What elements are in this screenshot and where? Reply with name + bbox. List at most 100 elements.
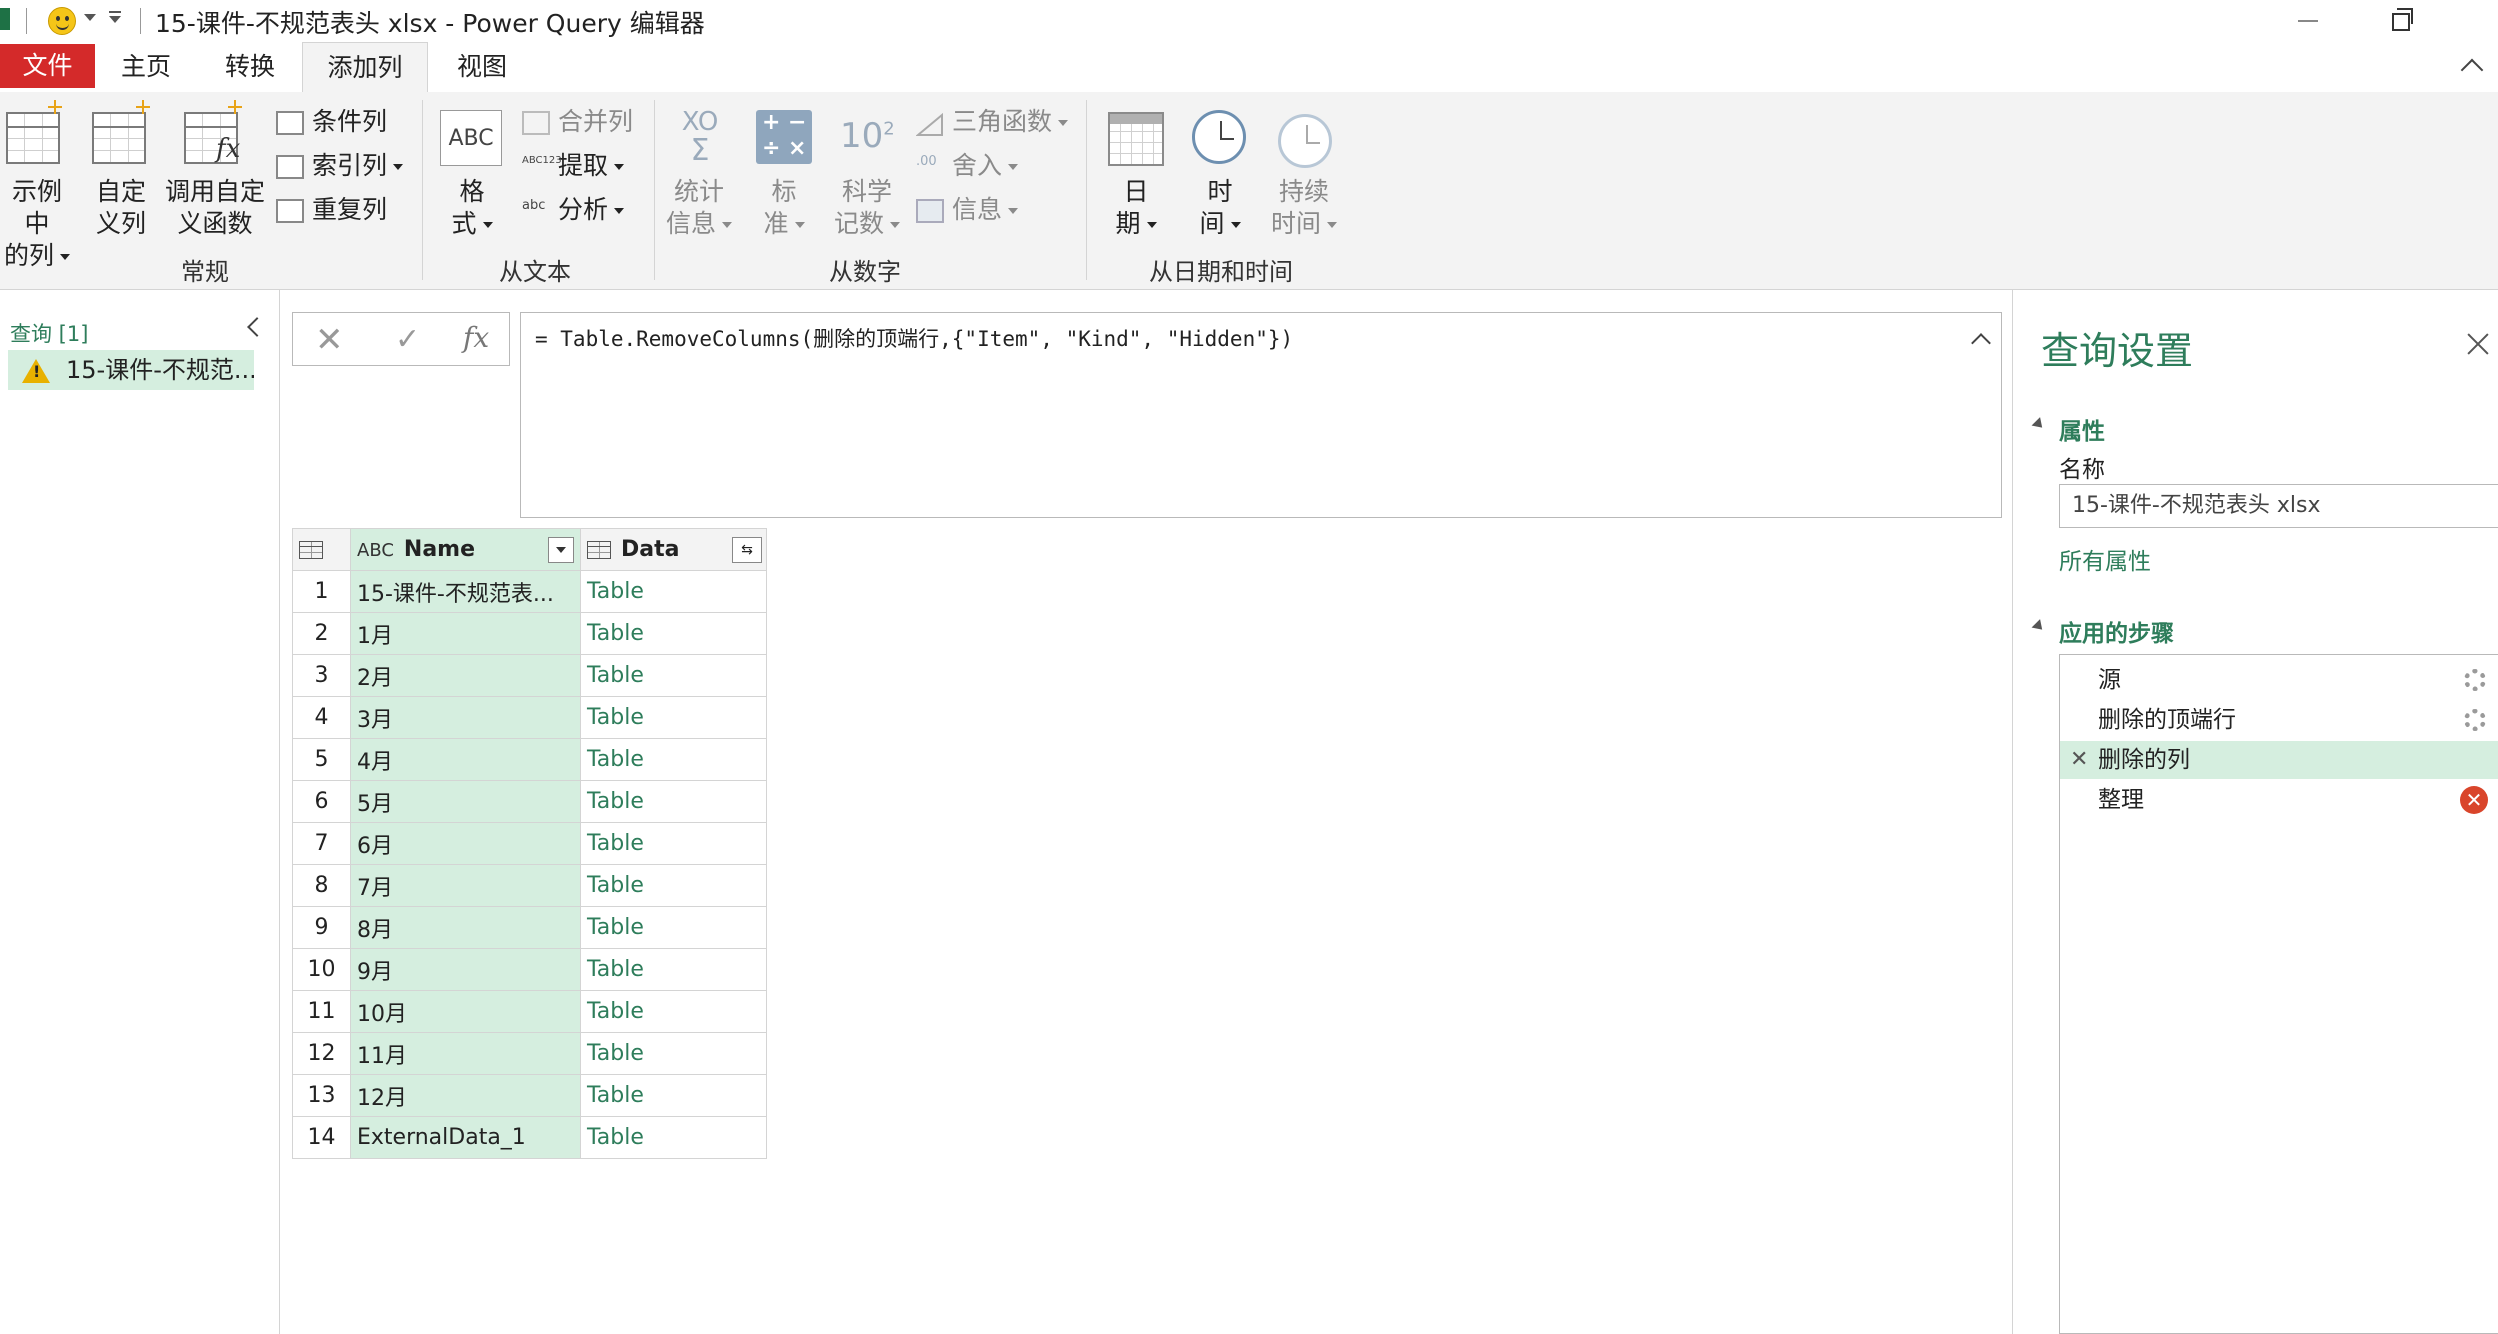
table-row[interactable]: 10 9月 Table bbox=[292, 948, 767, 991]
row-number[interactable]: 8 bbox=[292, 864, 351, 907]
applied-step[interactable]: 整理 ✕ bbox=[2060, 781, 2498, 819]
statistics-button[interactable]: 统计 信息 bbox=[664, 176, 734, 240]
row-number[interactable]: 4 bbox=[292, 696, 351, 739]
rounding-button[interactable]: .00 舍入 bbox=[916, 148, 1019, 184]
text-type-icon[interactable]: ABC bbox=[357, 540, 394, 561]
commit-formula-icon[interactable]: ✓ bbox=[395, 323, 420, 357]
information-button[interactable]: 信息 bbox=[916, 192, 1019, 228]
table-row[interactable]: 13 12月 Table bbox=[292, 1074, 767, 1117]
name-cell[interactable]: 3月 bbox=[350, 696, 581, 739]
scientific-button[interactable]: 科学 记数 bbox=[828, 176, 906, 240]
name-cell[interactable]: 9月 bbox=[350, 948, 581, 991]
data-cell[interactable]: Table bbox=[580, 1074, 767, 1117]
row-number[interactable]: 5 bbox=[292, 738, 351, 781]
formula-input[interactable]: = Table.RemoveColumns(删除的顶端行,{"Item", "K… bbox=[520, 312, 2002, 518]
collapse-queries-icon[interactable] bbox=[247, 317, 267, 337]
data-cell[interactable]: Table bbox=[580, 738, 767, 781]
data-cell[interactable]: Table bbox=[580, 906, 767, 949]
table-row[interactable]: 4 3月 Table bbox=[292, 696, 767, 739]
table-row[interactable]: 7 6月 Table bbox=[292, 822, 767, 865]
format-button[interactable]: 格 式 bbox=[440, 176, 504, 240]
row-number[interactable]: 13 bbox=[292, 1074, 351, 1117]
tab-home[interactable]: 主页 bbox=[104, 42, 188, 92]
row-number[interactable]: 10 bbox=[292, 948, 351, 991]
data-cell[interactable]: Table bbox=[580, 696, 767, 739]
name-cell[interactable]: 4月 bbox=[350, 738, 581, 781]
merge-columns-button[interactable]: 合并列 bbox=[522, 104, 633, 140]
date-button[interactable]: 日 期 bbox=[1104, 176, 1168, 240]
name-cell[interactable]: 11月 bbox=[350, 1032, 581, 1075]
quick-access-customize-icon[interactable] bbox=[108, 11, 122, 27]
row-number[interactable]: 14 bbox=[292, 1116, 351, 1159]
collapse-properties-icon[interactable] bbox=[2031, 417, 2047, 432]
applied-step[interactable]: 源 bbox=[2060, 661, 2498, 699]
tab-view[interactable]: 视图 bbox=[440, 42, 524, 92]
row-number[interactable]: 11 bbox=[292, 990, 351, 1033]
table-row[interactable]: 1 15-课件-不规范表... Table bbox=[292, 570, 767, 613]
table-row[interactable]: 12 11月 Table bbox=[292, 1032, 767, 1075]
invoke-custom-function-button[interactable]: 调用自定 义函数 bbox=[164, 176, 266, 240]
tab-file[interactable]: 文件 bbox=[0, 44, 95, 88]
table-row[interactable]: 2 1月 Table bbox=[292, 612, 767, 655]
name-cell[interactable]: 6月 bbox=[350, 822, 581, 865]
name-cell[interactable]: 1月 bbox=[350, 612, 581, 655]
name-cell[interactable]: 5月 bbox=[350, 780, 581, 823]
column-header-data[interactable]: Data ⇆ bbox=[580, 528, 767, 571]
data-cell[interactable]: Table bbox=[580, 654, 767, 697]
table-menu-button[interactable] bbox=[292, 528, 351, 571]
trigonometry-button[interactable]: 三角函数 bbox=[915, 104, 1069, 140]
query-name-input[interactable]: 15-课件-不规范表头 xlsx bbox=[2059, 484, 2498, 528]
expand-column-icon[interactable]: ⇆ bbox=[732, 537, 762, 563]
row-number[interactable]: 12 bbox=[292, 1032, 351, 1075]
all-properties-link[interactable]: 所有属性 bbox=[2059, 542, 2151, 576]
close-icon[interactable] bbox=[2465, 330, 2491, 356]
column-header-name[interactable]: ABC Name bbox=[350, 528, 581, 571]
name-cell[interactable]: 8月 bbox=[350, 906, 581, 949]
collapse-steps-icon[interactable] bbox=[2031, 619, 2047, 634]
cancel-formula-icon[interactable]: ✕ bbox=[315, 323, 344, 357]
table-type-icon[interactable] bbox=[587, 541, 611, 559]
applied-step[interactable]: 删除的顶端行 bbox=[2060, 701, 2498, 739]
index-column-button[interactable]: 索引列 bbox=[276, 148, 404, 184]
duration-button[interactable]: 持续 时间 bbox=[1264, 176, 1344, 240]
data-cell[interactable]: Table bbox=[580, 1032, 767, 1075]
time-button[interactable]: 时 间 bbox=[1188, 176, 1252, 240]
fx-icon[interactable]: fx bbox=[463, 321, 489, 354]
tab-transform[interactable]: 转换 bbox=[208, 42, 292, 92]
data-cell[interactable]: Table bbox=[580, 780, 767, 823]
applied-step[interactable]: ✕ 删除的列 bbox=[2060, 741, 2498, 779]
data-cell[interactable]: Table bbox=[580, 612, 767, 655]
feedback-dropdown-icon[interactable] bbox=[84, 14, 96, 21]
query-item[interactable]: 15-课件-不规范... bbox=[8, 350, 254, 390]
table-row[interactable]: 11 10月 Table bbox=[292, 990, 767, 1033]
duplicate-column-button[interactable]: 重复列 bbox=[276, 192, 387, 228]
name-cell[interactable]: 15-课件-不规范表... bbox=[350, 570, 581, 613]
restore-button[interactable] bbox=[2392, 8, 2413, 31]
row-number[interactable]: 6 bbox=[292, 780, 351, 823]
row-number[interactable]: 2 bbox=[292, 612, 351, 655]
table-row[interactable]: 3 2月 Table bbox=[292, 654, 767, 697]
gear-icon[interactable] bbox=[2464, 709, 2486, 731]
row-number[interactable]: 3 bbox=[292, 654, 351, 697]
table-row[interactable]: 9 8月 Table bbox=[292, 906, 767, 949]
tab-add-column[interactable]: 添加列 bbox=[302, 42, 428, 93]
table-row[interactable]: 14 ExternalData_1 Table bbox=[292, 1116, 767, 1159]
table-row[interactable]: 8 7月 Table bbox=[292, 864, 767, 907]
parse-button[interactable]: abc 分析 bbox=[522, 192, 625, 228]
data-cell[interactable]: Table bbox=[580, 1116, 767, 1159]
conditional-column-button[interactable]: 条件列 bbox=[276, 104, 387, 140]
extract-button[interactable]: ABC123提取 bbox=[522, 148, 625, 184]
custom-column-button[interactable]: 自定 义列 bbox=[88, 176, 154, 240]
name-cell[interactable]: 2月 bbox=[350, 654, 581, 697]
table-row[interactable]: 6 5月 Table bbox=[292, 780, 767, 823]
gear-icon[interactable] bbox=[2464, 669, 2486, 691]
data-cell[interactable]: Table bbox=[580, 990, 767, 1033]
filter-dropdown-icon[interactable] bbox=[548, 537, 574, 563]
row-number[interactable]: 9 bbox=[292, 906, 351, 949]
row-number[interactable]: 1 bbox=[292, 570, 351, 613]
minimize-button[interactable] bbox=[2298, 20, 2318, 22]
standard-button[interactable]: 标 准 bbox=[752, 176, 816, 240]
name-cell[interactable]: 10月 bbox=[350, 990, 581, 1033]
delete-step-icon[interactable]: ✕ bbox=[2070, 741, 2088, 779]
data-cell[interactable]: Table bbox=[580, 948, 767, 991]
